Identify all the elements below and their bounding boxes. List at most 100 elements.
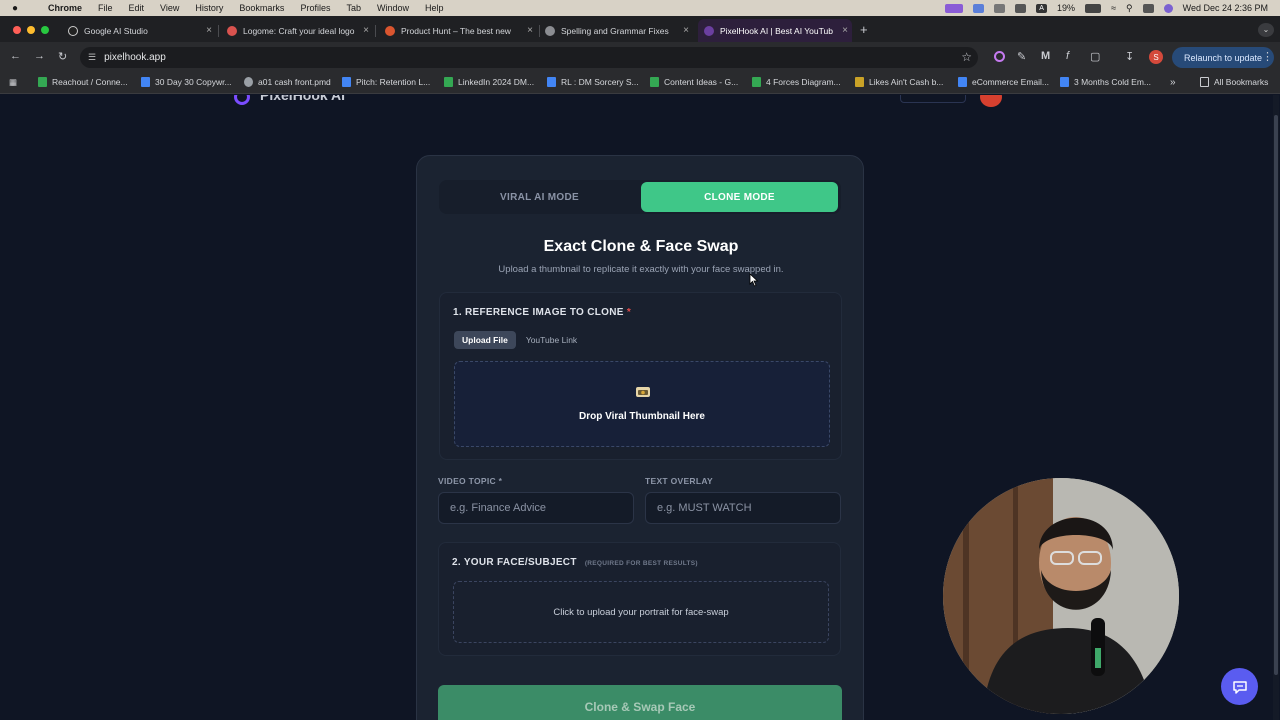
close-tab-icon[interactable]: × (527, 25, 533, 36)
bookmark-item[interactable]: Likes Ain't Cash b... (855, 77, 943, 87)
source-tabs: Upload File YouTube Link (454, 331, 585, 349)
profile-avatar[interactable]: S (1149, 50, 1163, 64)
youtube-link-tab[interactable]: YouTube Link (518, 331, 585, 349)
video-topic-input[interactable]: e.g. Finance Advice (438, 492, 634, 524)
bookmark-label: Reachout / Conne... (52, 77, 128, 87)
thumbnail-icon (636, 387, 650, 397)
close-window-icon[interactable] (13, 26, 21, 34)
close-tab-icon[interactable]: × (206, 25, 212, 36)
viral-ai-mode-button[interactable]: VIRAL AI MODE (441, 182, 638, 212)
extensions-puzzle-icon[interactable]: ▢ (1090, 50, 1100, 63)
extension-f-icon[interactable]: f (1066, 50, 1069, 62)
all-bookmarks[interactable]: All Bookmarks (1200, 77, 1268, 87)
apps-grid-icon[interactable]: ▦ (9, 77, 17, 88)
minimize-window-icon[interactable] (27, 26, 35, 34)
menu-app-name[interactable]: Chrome (48, 3, 82, 13)
zoom-icon[interactable] (973, 3, 985, 13)
url-text[interactable]: pixelhook.app (104, 52, 166, 63)
relaunch-button[interactable]: Relaunch to update (1172, 47, 1274, 68)
vpn-icon[interactable] (994, 3, 1006, 13)
battery-icon[interactable] (1085, 3, 1102, 13)
clone-swap-face-button[interactable]: Clone & Swap Face (438, 685, 842, 720)
mouse-cursor-icon (749, 273, 759, 287)
portrait-upload-dropzone[interactable]: Click to upload your portrait for face-s… (453, 581, 829, 643)
input-source-icon[interactable]: A (1036, 3, 1048, 13)
bookmark-item[interactable]: LinkedIn 2024 DM... (444, 77, 534, 87)
bookmark-label: 4 Forces Diagram... (766, 77, 841, 87)
menu-history[interactable]: History (195, 3, 223, 13)
tab-logome[interactable]: Logome: Craft your ideal logo × (221, 19, 373, 42)
text-overlay-label: TEXT OVERLAY (645, 476, 713, 486)
text-overlay-input[interactable]: e.g. MUST WATCH (645, 492, 841, 524)
bookmark-item[interactable]: a01 cash front.pmd (244, 77, 331, 87)
tab-pixelhook-active[interactable]: PixelHook AI | Best AI YouTub × (698, 19, 852, 42)
bookmarks-overflow-icon[interactable]: » (1170, 77, 1176, 88)
forward-icon[interactable]: → (34, 50, 45, 62)
bookmark-label: RL : DM Sorcery S... (561, 77, 639, 87)
tab-product-hunt[interactable]: Product Hunt – The best new × (379, 19, 537, 42)
extension-pen-icon[interactable]: ✎ (1017, 50, 1026, 63)
chat-support-button[interactable] (1221, 668, 1258, 705)
extension-circle-icon[interactable] (994, 51, 1005, 62)
menu-tab[interactable]: Tab (346, 3, 361, 13)
bookmark-item[interactable]: Reachout / Conne... (38, 77, 128, 87)
spotlight-icon[interactable]: ⚲ (1126, 3, 1133, 14)
upload-file-tab[interactable]: Upload File (454, 331, 516, 349)
bookmark-label: Pitch: Retention L... (356, 77, 431, 87)
tab-favicon-icon (385, 25, 395, 36)
control-center-icon[interactable] (1142, 3, 1154, 13)
dropzone-text: Drop Viral Thumbnail Here (579, 411, 705, 422)
volume-icon[interactable] (1015, 3, 1027, 13)
tab-search-icon[interactable]: ⌄ (1258, 23, 1274, 37)
thumbnail-dropzone[interactable]: Drop Viral Thumbnail Here (454, 361, 830, 447)
bookmark-item[interactable]: RL : DM Sorcery S... (547, 77, 639, 87)
tab-spelling-grammar[interactable]: Spelling and Grammar Fixes × (539, 19, 693, 42)
siri-icon[interactable] (1163, 3, 1173, 13)
docs-icon (342, 77, 351, 87)
apple-icon[interactable]: ● (12, 3, 24, 14)
docs-icon (141, 77, 150, 87)
menu-view[interactable]: View (160, 3, 179, 13)
nav-button[interactable] (900, 95, 966, 103)
fullscreen-window-icon[interactable] (41, 26, 49, 34)
sheets-icon (38, 77, 47, 87)
bookmark-item[interactable]: Pitch: Retention L... (342, 77, 430, 87)
bookmark-item[interactable]: Content Ideas - G... (650, 77, 738, 87)
bookmark-label: a01 cash front.pmd (258, 77, 331, 87)
reference-image-panel: 1. REFERENCE IMAGE TO CLONE * Upload Fil… (439, 292, 842, 460)
new-tab-icon[interactable]: + (860, 22, 868, 37)
battery-percent[interactable]: 19% (1057, 3, 1075, 13)
close-tab-icon[interactable]: × (363, 25, 369, 36)
downloads-icon[interactable]: ↧ (1125, 50, 1134, 63)
menu-help[interactable]: Help (425, 3, 444, 13)
back-icon[interactable]: ← (10, 50, 21, 62)
reload-icon[interactable]: ↻ (58, 50, 67, 63)
menu-file[interactable]: File (98, 3, 113, 13)
menu-bookmarks[interactable]: Bookmarks (239, 3, 284, 13)
screen-record-icon[interactable] (945, 3, 964, 13)
bookmark-item[interactable]: 4 Forces Diagram... (752, 77, 841, 87)
close-tab-icon[interactable]: × (842, 25, 848, 36)
clock[interactable]: Wed Dec 24 2:36 PM (1183, 3, 1268, 13)
scrollbar-thumb[interactable] (1274, 115, 1278, 675)
user-avatar[interactable] (980, 95, 1002, 107)
menu-window[interactable]: Window (377, 3, 409, 13)
bookmark-item[interactable]: 3 Months Cold Em... (1060, 77, 1151, 87)
chrome-menu-icon[interactable]: ⋮ (1262, 50, 1273, 63)
bookmarks-bar: ▦ Reachout / Conne... 30 Day 30 Copywr..… (0, 72, 1280, 94)
site-logo-icon[interactable] (234, 95, 250, 105)
site-name[interactable]: PixelHook AI (260, 95, 345, 103)
menu-edit[interactable]: Edit (129, 3, 145, 13)
bookmark-item[interactable]: eCommerce Email... (958, 77, 1049, 87)
close-tab-icon[interactable]: × (683, 25, 689, 36)
menu-profiles[interactable]: Profiles (300, 3, 330, 13)
address-bar[interactable]: ☰ pixelhook.app ☆ (80, 47, 978, 68)
tab-google-ai-studio[interactable]: Google AI Studio × (62, 19, 216, 42)
extension-m-icon[interactable]: M (1041, 50, 1050, 62)
tab-title: PixelHook AI | Best AI YouTub (720, 25, 833, 36)
wifi-icon[interactable]: ≈ (1111, 3, 1116, 13)
bookmark-star-icon[interactable]: ☆ (961, 50, 972, 64)
bookmark-item[interactable]: 30 Day 30 Copywr... (141, 77, 232, 87)
site-info-icon[interactable]: ☰ (88, 52, 96, 63)
clone-mode-button[interactable]: CLONE MODE (641, 182, 838, 212)
